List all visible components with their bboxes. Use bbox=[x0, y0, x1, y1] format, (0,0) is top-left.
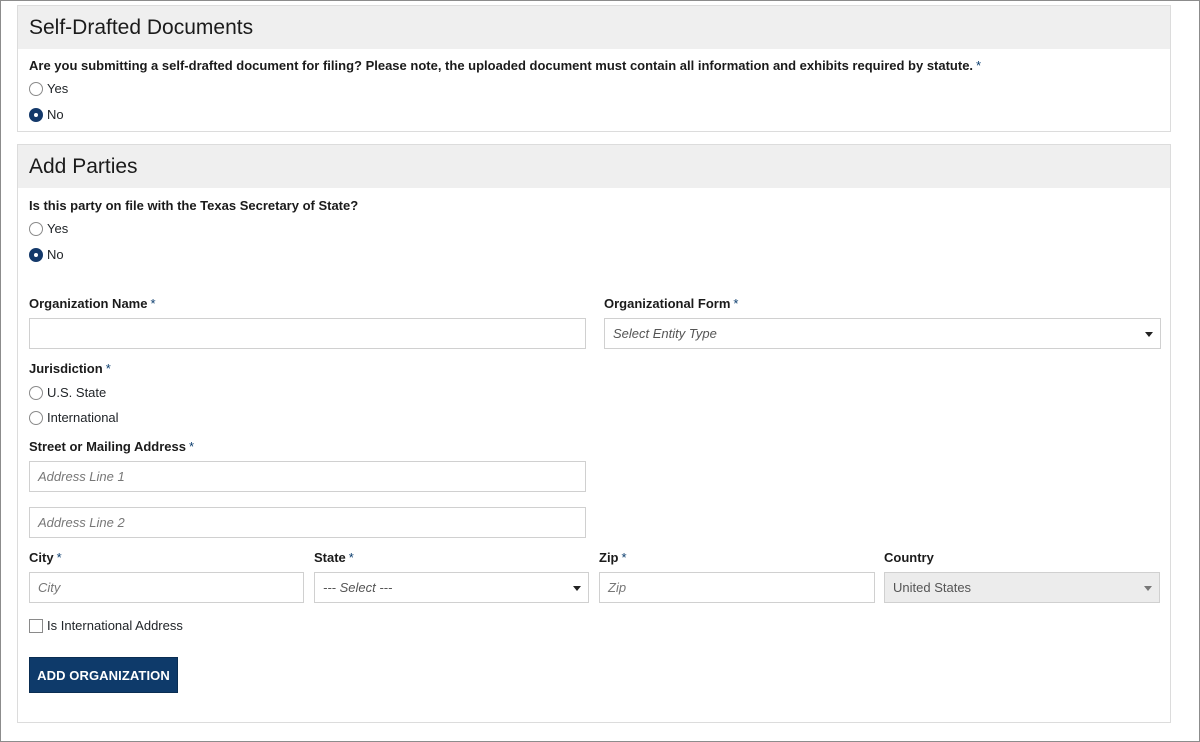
organization-name-label: Organization Name * bbox=[29, 296, 156, 311]
zip-label-text: Zip bbox=[599, 550, 619, 565]
chevron-down-icon bbox=[1144, 586, 1152, 591]
self-drafted-question: Are you submitting a self-drafted docume… bbox=[29, 58, 981, 73]
add-organization-button[interactable]: ADD ORGANIZATION bbox=[29, 657, 178, 693]
party-on-file-yes-radio[interactable]: Yes bbox=[29, 221, 68, 236]
required-mark: * bbox=[733, 296, 739, 311]
organization-name-label-text: Organization Name bbox=[29, 296, 148, 311]
state-placeholder: --- Select --- bbox=[323, 580, 393, 595]
radio-button[interactable] bbox=[29, 410, 43, 425]
city-input[interactable]: City bbox=[29, 572, 304, 603]
address-label: Street or Mailing Address * bbox=[29, 439, 194, 454]
required-mark: * bbox=[150, 296, 156, 311]
self-drafted-title: Self-Drafted Documents bbox=[18, 6, 1170, 49]
organizational-form-select[interactable]: Select Entity Type bbox=[604, 318, 1161, 349]
chevron-down-icon bbox=[573, 586, 581, 591]
self-drafted-panel: Self-Drafted Documents Are you submittin… bbox=[17, 5, 1171, 132]
state-label: State * bbox=[314, 550, 354, 565]
required-mark: * bbox=[348, 550, 354, 565]
self-drafted-question-text: Are you submitting a self-drafted docume… bbox=[29, 58, 974, 73]
address-line-2-input[interactable]: Address Line 2 bbox=[29, 507, 586, 538]
add-parties-panel: Add Parties Is this party on file with t… bbox=[17, 144, 1171, 723]
radio-button[interactable] bbox=[29, 107, 43, 122]
jurisdiction-label: Jurisdiction * bbox=[29, 361, 111, 376]
organizational-form-label: Organizational Form * bbox=[604, 296, 738, 311]
radio-label: Yes bbox=[47, 81, 69, 96]
address-label-text: Street or Mailing Address bbox=[29, 439, 186, 454]
radio-label: International bbox=[47, 410, 119, 425]
radio-button[interactable] bbox=[29, 221, 43, 236]
self-drafted-no-radio[interactable]: No bbox=[29, 107, 64, 122]
radio-label: No bbox=[47, 107, 64, 122]
self-drafted-yes-radio[interactable]: Yes bbox=[29, 81, 68, 96]
country-select: United States bbox=[884, 572, 1160, 603]
checkbox-label: Is International Address bbox=[47, 618, 183, 633]
party-on-file-no-radio[interactable]: No bbox=[29, 247, 64, 262]
state-label-text: State bbox=[314, 550, 346, 565]
address-line-1-input[interactable]: Address Line 1 bbox=[29, 461, 586, 492]
required-mark: * bbox=[976, 58, 982, 73]
radio-label: No bbox=[47, 247, 64, 262]
state-select[interactable]: --- Select --- bbox=[314, 572, 589, 603]
city-label-text: City bbox=[29, 550, 54, 565]
radio-button[interactable] bbox=[29, 247, 43, 262]
country-value: United States bbox=[893, 580, 972, 595]
international-address-checkbox[interactable]: Is International Address bbox=[29, 618, 183, 633]
jurisdiction-label-text: Jurisdiction bbox=[29, 361, 103, 376]
party-on-file-question: Is this party on file with the Texas Sec… bbox=[29, 198, 359, 213]
zip-input[interactable]: Zip bbox=[599, 572, 875, 603]
jurisdiction-us-state-radio[interactable]: U.S. State bbox=[29, 385, 106, 400]
required-mark: * bbox=[105, 361, 111, 376]
radio-button[interactable] bbox=[29, 385, 43, 400]
radio-label: U.S. State bbox=[47, 385, 107, 400]
organizational-form-placeholder: Select Entity Type bbox=[613, 326, 717, 341]
required-mark: * bbox=[189, 439, 195, 454]
city-label: City * bbox=[29, 550, 62, 565]
checkbox[interactable] bbox=[29, 618, 43, 633]
radio-label: Yes bbox=[47, 221, 69, 236]
chevron-down-icon bbox=[1145, 332, 1153, 337]
add-parties-title: Add Parties bbox=[18, 145, 1170, 188]
radio-button[interactable] bbox=[29, 81, 43, 96]
required-mark: * bbox=[621, 550, 627, 565]
jurisdiction-international-radio[interactable]: International bbox=[29, 410, 119, 425]
country-label: Country bbox=[884, 550, 934, 565]
organizational-form-label-text: Organizational Form bbox=[604, 296, 731, 311]
zip-label: Zip * bbox=[599, 550, 627, 565]
required-mark: * bbox=[56, 550, 62, 565]
country-label-text: Country bbox=[884, 550, 934, 565]
organization-name-input[interactable] bbox=[29, 318, 586, 349]
